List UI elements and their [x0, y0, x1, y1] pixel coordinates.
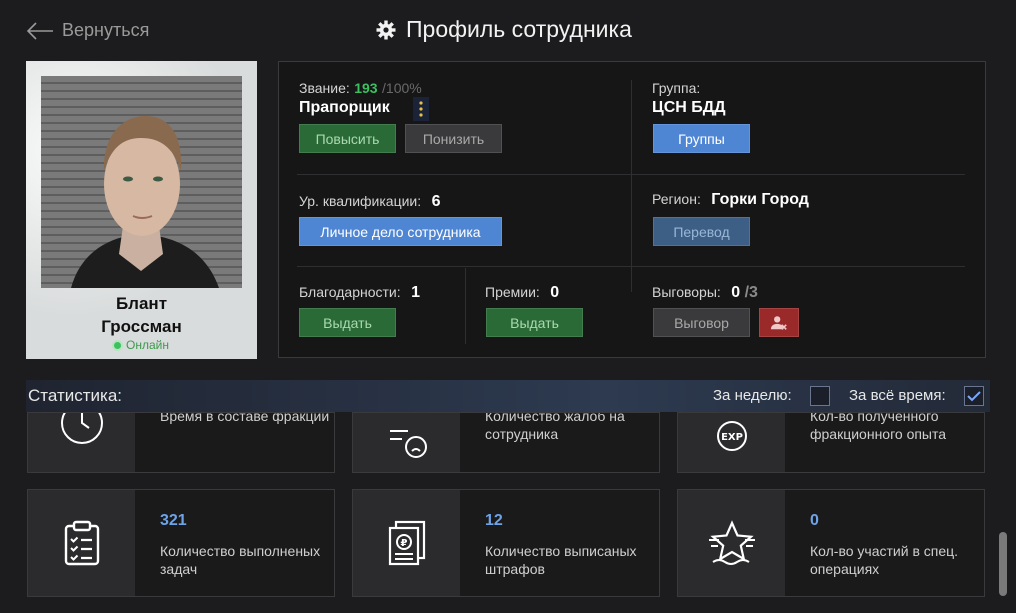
arrow-left-icon — [26, 21, 53, 40]
back-button[interactable]: Вернуться — [26, 20, 149, 41]
rank-points-line: Звание: 193 /100% — [299, 80, 422, 98]
all-time-filter-checkbox[interactable] — [964, 386, 984, 406]
stat-desc: Кол-во полученного фракционного опыта — [810, 412, 947, 442]
rank-insignia-icon — [413, 97, 429, 121]
stat-desc: Количество выписаных штрафов — [485, 543, 637, 577]
personal-file-button[interactable]: Личное дело сотрудника — [299, 217, 502, 246]
rank-name: Прапорщик — [299, 99, 390, 116]
page-title: Профиль сотрудника — [376, 16, 632, 43]
exp-icon: EXP — [716, 420, 747, 451]
stat-tile-fines: ₽ 12 Количество выписаных штрафов — [352, 489, 660, 597]
all-time-filter-label: За всё время: — [849, 387, 946, 404]
stat-desc: Количество жалоб на сотрудника — [485, 412, 625, 442]
week-filter-checkbox[interactable] — [810, 386, 830, 406]
user-remove-icon — [770, 316, 787, 330]
qualification-value: 6 — [431, 193, 441, 210]
stat-value: 0 — [810, 512, 819, 529]
thanks-line: Благодарности: 1 — [299, 284, 420, 302]
stat-tile-tasks: 321 Количество выполненых задач — [27, 489, 335, 597]
statistics-bar: Статистика: За неделю: За всё время: — [26, 380, 990, 412]
give-thanks-button[interactable]: Выдать — [299, 308, 396, 337]
employee-photo-card: Блант Гроссман Онлайн — [26, 61, 257, 359]
reprimand-button[interactable]: Выговор — [653, 308, 750, 337]
star-icon — [708, 520, 755, 565]
stat-tile-special-ops: 0 Кол-во участий в спец. операциях — [677, 489, 985, 597]
thanks-label: Благодарности: — [299, 284, 401, 300]
groups-button[interactable]: Группы — [653, 124, 750, 153]
bonuses-line: Премии: 0 — [485, 284, 559, 302]
svg-text:EXP: EXP — [721, 432, 743, 443]
qualification-line: Ур. квалификации: 6 — [299, 193, 440, 211]
give-bonus-button[interactable]: Выдать — [486, 308, 583, 337]
transfer-button[interactable]: Перевод — [653, 217, 750, 246]
promote-button[interactable]: Повысить — [299, 124, 396, 153]
week-filter-label: За неделю: — [713, 387, 792, 404]
online-status-text: Онлайн — [126, 338, 169, 352]
page-title-text: Профиль сотрудника — [406, 16, 632, 42]
online-dot-icon — [114, 341, 122, 349]
bonuses-label: Премии: — [485, 284, 540, 300]
stat-value: 321 — [160, 512, 187, 529]
group-label: Группа: — [652, 80, 701, 96]
stat-value: 12 — [485, 512, 503, 529]
reprimands-label: Выговоры: — [652, 284, 721, 300]
rank-points: 193 — [354, 80, 378, 96]
checkmark-icon — [967, 391, 981, 402]
employee-last-name: Гроссман — [101, 317, 182, 336]
stat-desc: Время в составе фракции — [160, 412, 330, 424]
reprimands-line: Выговоры: 0 /3 — [652, 284, 758, 302]
region-label: Регион: — [652, 191, 701, 207]
stat-desc: Кол-во участий в спец. операциях — [810, 543, 959, 577]
svg-text:₽: ₽ — [400, 538, 407, 549]
stat-tile-complaints: Количество жалоб на сотрудника — [352, 412, 660, 473]
clock-icon — [60, 413, 103, 444]
scrollbar-thumb[interactable] — [999, 532, 1007, 596]
complaint-icon — [389, 429, 427, 458]
rank-points-max: /100% — [382, 80, 422, 96]
thanks-value: 1 — [411, 284, 421, 301]
clipboard-icon — [64, 520, 99, 566]
qualification-label: Ур. квалификации: — [299, 193, 422, 209]
employee-info-panel: Звание: 193 /100% Прапорщик Повысить Пон… — [278, 61, 986, 358]
demote-button[interactable]: Понизить — [405, 124, 502, 153]
region-value: Горки Город — [711, 191, 809, 208]
gear-icon — [376, 20, 396, 39]
reprimands-max: /3 — [744, 284, 758, 301]
remove-reprimand-button[interactable] — [759, 308, 799, 337]
stat-tile-faction-time: Время в составе фракции — [27, 412, 335, 473]
online-status: Онлайн — [26, 338, 257, 352]
stat-tile-experience: EXP Кол-во полученного фракционного опыт… — [677, 412, 985, 473]
statistics-title: Статистика: — [28, 386, 123, 405]
bonuses-value: 0 — [550, 284, 560, 301]
group-name: ЦСН БДД — [652, 99, 726, 116]
back-label: Вернуться — [62, 20, 150, 40]
reprimands-value: 0 — [731, 284, 741, 301]
stat-desc: Количество выполненых задач — [160, 543, 321, 577]
region-line: Регион: Горки Город — [652, 191, 809, 209]
employee-first-name: Блант — [115, 294, 168, 313]
rank-label: Звание: — [299, 80, 350, 96]
fine-document-icon: ₽ — [388, 520, 425, 566]
employee-photo — [41, 76, 242, 288]
